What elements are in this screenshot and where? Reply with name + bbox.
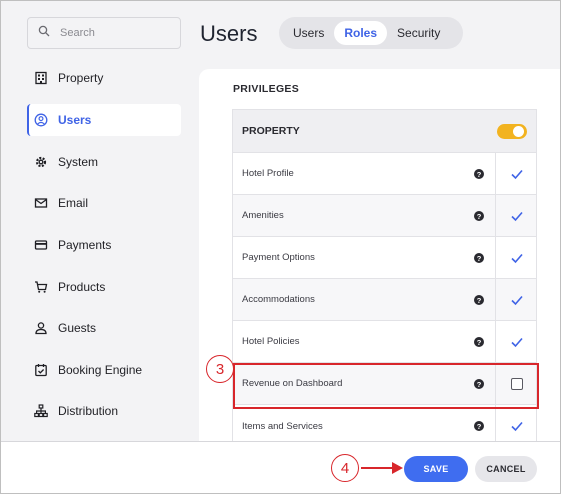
row-label: Amenities [242, 210, 284, 221]
app-window: Search Property Users System Email Payme… [0, 0, 561, 494]
sidebar-item-distribution[interactable]: Distribution [27, 395, 181, 427]
help-icon[interactable]: ? [474, 337, 484, 347]
sitemap-icon [33, 403, 49, 419]
table-row: Payment Options ? [233, 237, 536, 279]
permission-checkbox[interactable] [495, 237, 537, 278]
table-row: Amenities ? [233, 195, 536, 237]
row-label: Hotel Profile [242, 168, 294, 179]
permission-checkbox[interactable] [495, 321, 537, 362]
sidebar-item-label: Booking Engine [58, 363, 143, 377]
step-callout-3: 3 [206, 355, 234, 383]
gear-icon [33, 154, 49, 170]
sidebar-item-payments[interactable]: Payments [27, 229, 181, 261]
sidebar-item-label: System [58, 155, 99, 169]
tab-roles[interactable]: Roles [334, 21, 388, 45]
help-icon[interactable]: ? [474, 295, 484, 305]
cancel-button[interactable]: CANCEL [475, 456, 537, 482]
group-toggle[interactable] [497, 124, 527, 139]
cart-icon [33, 279, 49, 295]
help-icon[interactable]: ? [474, 421, 484, 431]
sidebar-item-label: Guests [58, 321, 97, 335]
sidebar: Search Property Users System Email Payme… [9, 7, 193, 439]
permission-checkbox[interactable] [495, 405, 537, 446]
search-input[interactable]: Search [27, 17, 181, 49]
sidebar-item-label: Payments [58, 238, 112, 252]
calendar-check-icon [33, 362, 49, 378]
footer-bar: SAVE CANCEL [1, 441, 560, 493]
tab-bar: Users Roles Security [279, 17, 463, 49]
envelope-icon [33, 195, 49, 211]
permission-checkbox[interactable] [495, 153, 537, 194]
section-label: PRIVILEGES [233, 83, 300, 95]
permission-checkbox[interactable] [495, 195, 537, 236]
checkmark-icon [510, 337, 523, 347]
table-row: Hotel Profile ? [233, 153, 536, 195]
search-icon [38, 24, 50, 42]
sidebar-item-email[interactable]: Email [27, 187, 181, 219]
sidebar-item-label: Property [58, 71, 104, 85]
page-title: Users [200, 21, 258, 46]
table-row: Accommodations ? [233, 279, 536, 321]
checkmark-icon [510, 295, 523, 305]
help-icon[interactable]: ? [474, 169, 484, 179]
user-circle-icon [33, 112, 49, 128]
row-label: Accommodations [242, 294, 315, 305]
save-button[interactable]: SAVE [404, 456, 468, 482]
row-label: Hotel Policies [242, 336, 300, 347]
credit-card-icon [33, 237, 49, 253]
permission-checkbox[interactable] [495, 279, 537, 320]
sidebar-item-label: Products [58, 280, 106, 294]
group-label: PROPERTY [242, 125, 300, 137]
sidebar-item-booking-engine[interactable]: Booking Engine [27, 354, 181, 386]
sidebar-item-users[interactable]: Users [27, 104, 181, 136]
checkmark-icon [510, 421, 523, 431]
step-callout-4: 4 [331, 454, 359, 482]
group-header: PROPERTY [233, 110, 536, 153]
tab-users[interactable]: Users [283, 21, 334, 45]
arrow-right-icon [361, 462, 403, 474]
checkmark-icon [510, 253, 523, 263]
checkmark-icon [510, 211, 523, 221]
tab-security[interactable]: Security [387, 21, 450, 45]
sidebar-item-property[interactable]: Property [27, 62, 181, 94]
sidebar-item-products[interactable]: Products [27, 271, 181, 303]
sidebar-item-label: Users [58, 113, 92, 127]
sidebar-item-guests[interactable]: Guests [27, 312, 181, 344]
sidebar-item-label: Distribution [58, 404, 119, 418]
help-icon[interactable]: ? [474, 253, 484, 263]
row-label: Payment Options [242, 252, 315, 263]
highlight-box [233, 363, 539, 409]
sidebar-item-label: Email [58, 196, 89, 210]
sidebar-item-system[interactable]: System [27, 146, 181, 178]
search-placeholder: Search [60, 27, 95, 39]
checkmark-icon [510, 169, 523, 179]
row-label: Items and Services [242, 420, 323, 432]
building-icon [33, 70, 49, 86]
person-icon [33, 320, 49, 336]
help-icon[interactable]: ? [474, 211, 484, 221]
table-row: Hotel Policies ? [233, 321, 536, 363]
toggle-knob [513, 126, 524, 137]
